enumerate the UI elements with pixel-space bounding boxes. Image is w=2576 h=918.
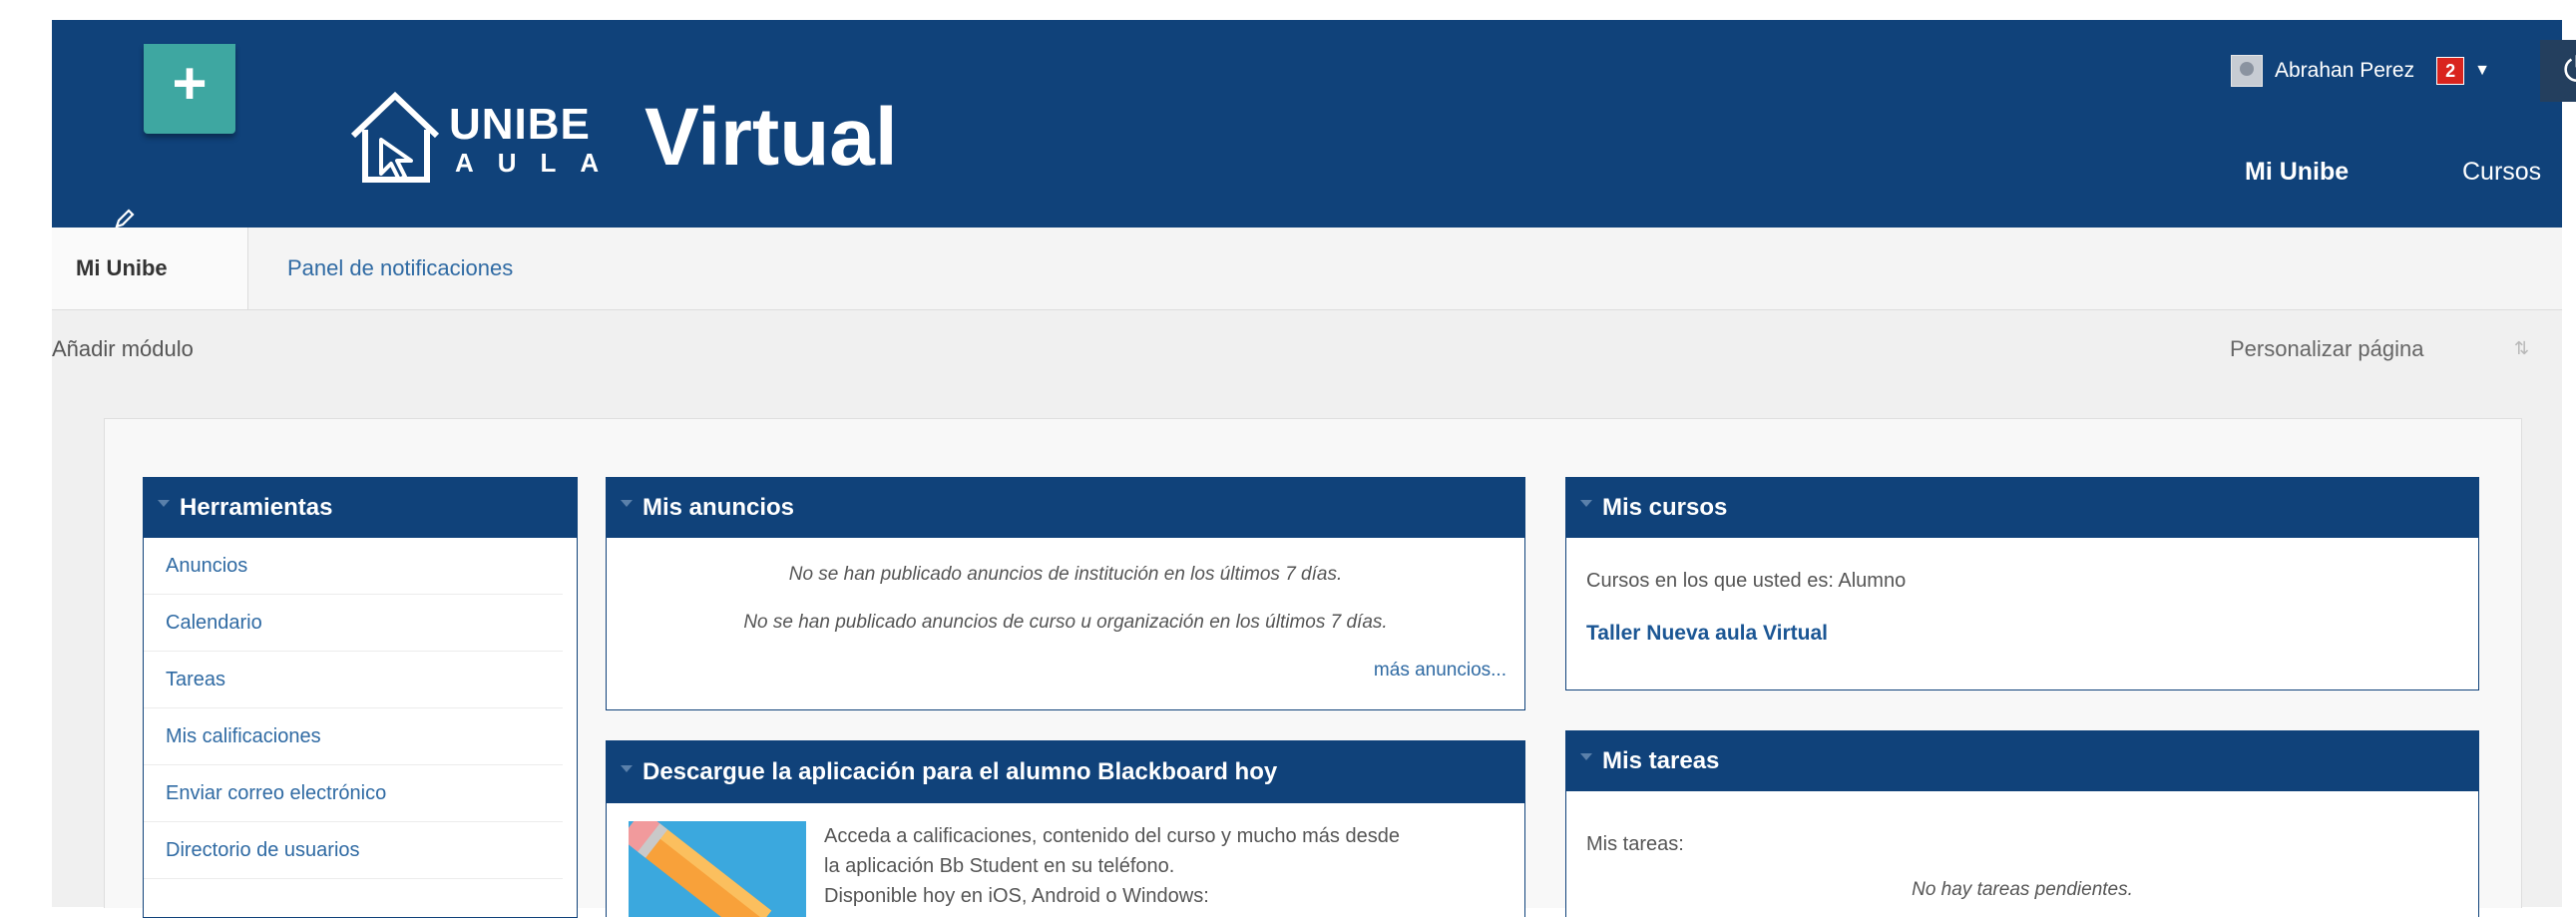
- user-name[interactable]: Abrahan Perez: [2275, 59, 2414, 83]
- house-cursor-logo-icon: [350, 91, 440, 183]
- pencil-app-icon: [629, 821, 806, 917]
- tab-mi-unibe[interactable]: Mi Unibe: [52, 228, 248, 309]
- collapse-triangle-icon[interactable]: [1580, 500, 1592, 507]
- sort-icon[interactable]: ⇅: [2514, 338, 2529, 359]
- mas-anuncios-link[interactable]: más anuncios...: [1374, 660, 1506, 682]
- site-logo[interactable]: UNIBE AULA Virtual: [347, 78, 898, 198]
- notification-badge[interactable]: 2: [2436, 57, 2465, 85]
- tab-bar: Mi Unibe Panel de notificaciones: [52, 228, 2562, 310]
- collapse-triangle-icon[interactable]: [621, 500, 633, 507]
- logo-aula-text: AULA: [455, 148, 624, 178]
- tool-link-calificaciones[interactable]: Mis calificaciones: [144, 708, 563, 765]
- app-desc-line-2: la aplicación Bb Student en su teléfono.: [824, 855, 1175, 877]
- chevron-down-icon[interactable]: ▼: [2474, 62, 2490, 80]
- collapse-triangle-icon[interactable]: [158, 500, 170, 507]
- nav-cursos[interactable]: Cursos: [2462, 158, 2541, 187]
- customize-page-button[interactable]: Personalizar página: [2230, 336, 2423, 362]
- module-header[interactable]: Mis tareas: [1566, 731, 2478, 791]
- module-title: Mis tareas: [1602, 747, 1720, 774]
- module-header[interactable]: Mis anuncios: [607, 478, 1524, 538]
- module-mis-cursos: Mis cursos Cursos en los que usted es: A…: [1565, 477, 2479, 690]
- collapse-triangle-icon[interactable]: [621, 765, 633, 772]
- module-header[interactable]: Herramientas: [144, 478, 577, 538]
- nav-mi-unibe[interactable]: Mi Unibe: [2245, 158, 2349, 187]
- app-desc-line-1: Acceda a calificaciones, contenido del c…: [824, 825, 1400, 847]
- tab-panel-notificaciones[interactable]: Panel de notificaciones: [287, 255, 513, 281]
- site-header: + UNIBE AULA Virtual Abrahan Perez 2 ▼ ⏻…: [52, 20, 2576, 230]
- cursos-role-text: Cursos en los que usted es: Alumno: [1586, 570, 1907, 592]
- tool-link-correo[interactable]: Enviar correo electrónico: [144, 765, 563, 822]
- tareas-label: Mis tareas:: [1586, 833, 1684, 855]
- logo-unibe-text: UNIBE: [449, 100, 591, 149]
- collapse-triangle-icon[interactable]: [1580, 753, 1592, 760]
- course-link[interactable]: Taller Nueva aula Virtual: [1586, 622, 1828, 646]
- power-icon[interactable]: ⏻: [2540, 40, 2576, 102]
- user-avatar-icon: [2231, 55, 2263, 87]
- add-module-button[interactable]: Añadir módulo: [52, 336, 194, 362]
- module-blackboard-app: Descargue la aplicación para el alumno B…: [606, 740, 1525, 917]
- logo-text: UNIBE AULA: [449, 88, 639, 188]
- plus-icon[interactable]: +: [144, 44, 235, 124]
- tool-link-calendario[interactable]: Calendario: [144, 595, 563, 652]
- anuncios-institucion-text: No se han publicado anuncios de instituc…: [788, 564, 1343, 585]
- tool-link-anuncios[interactable]: Anuncios: [144, 538, 563, 595]
- tool-link-directorio[interactable]: Directorio de usuarios: [144, 822, 563, 879]
- module-title: Mis anuncios: [643, 494, 795, 521]
- module-title: Mis cursos: [1602, 494, 1728, 521]
- module-title: Herramientas: [180, 494, 333, 521]
- page-area: Añadir módulo Personalizar página ⇅ Herr…: [52, 310, 2562, 918]
- tab-mi-unibe-label[interactable]: Mi Unibe: [76, 255, 168, 281]
- module-mis-anuncios: Mis anuncios No se han publicado anuncio…: [606, 477, 1525, 710]
- anuncios-curso-text: No se han publicado anuncios de curso u …: [743, 612, 1388, 633]
- module-header[interactable]: Mis cursos: [1566, 478, 2478, 538]
- module-header[interactable]: Descargue la aplicación para el alumno B…: [607, 741, 1524, 803]
- tool-link-tareas[interactable]: Tareas: [144, 652, 563, 708]
- user-menu-button[interactable]: Abrahan Perez 2 ▼: [2231, 50, 2490, 92]
- logo-virtual-text: Virtual: [644, 92, 898, 183]
- module-herramientas: Herramientas Anuncios Calendario Tareas …: [143, 477, 578, 918]
- module-title: Descargue la aplicación para el alumno B…: [643, 758, 1278, 785]
- modules-frame: Herramientas Anuncios Calendario Tareas …: [104, 418, 2522, 918]
- tareas-empty-text: No hay tareas pendientes.: [1912, 879, 2133, 900]
- module-mis-tareas: Mis tareas Mis tareas: No hay tareas pen…: [1565, 730, 2479, 917]
- pencil-icon[interactable]: [114, 208, 136, 230]
- app-desc-line-3: Disponible hoy en iOS, Android o Windows…: [824, 885, 1209, 907]
- add-tab-button[interactable]: +: [144, 44, 235, 134]
